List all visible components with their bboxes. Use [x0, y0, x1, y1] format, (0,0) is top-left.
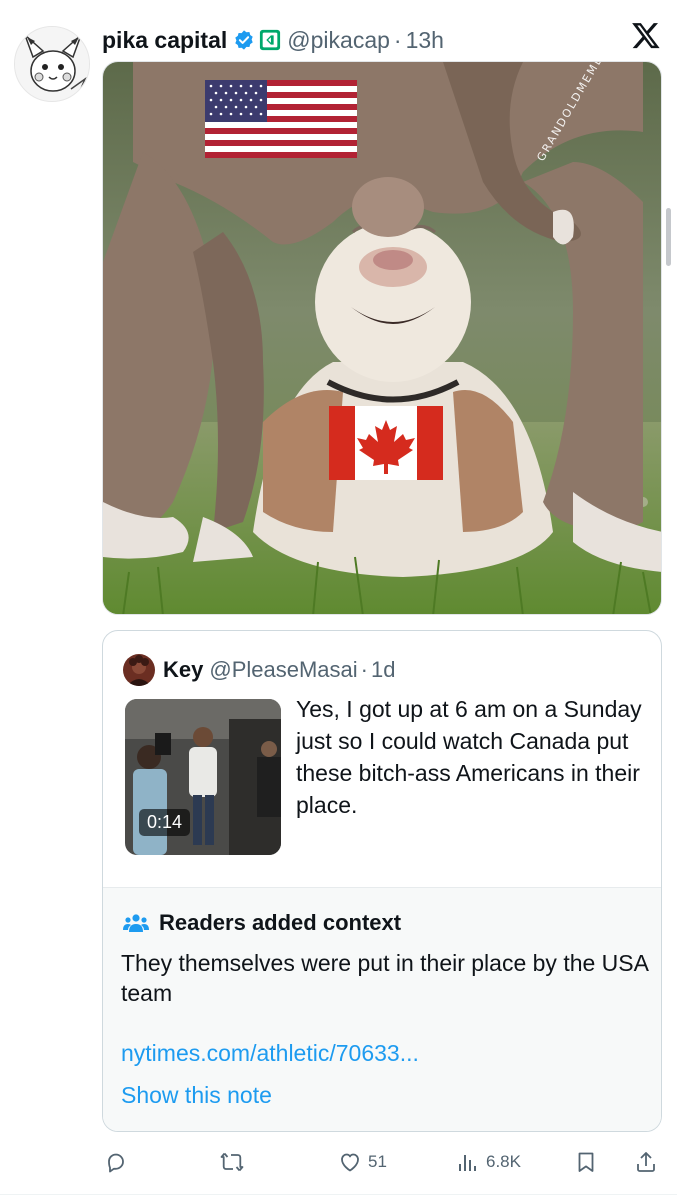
author-handle[interactable]: @pikacap: [287, 27, 390, 54]
views-icon: [459, 1155, 476, 1171]
share-icon: [637, 1152, 655, 1172]
author-display-name[interactable]: pika capital: [102, 27, 227, 54]
tweet-action-bar: 51 6.8K: [102, 1146, 668, 1178]
canada-flag-icon: [329, 406, 443, 480]
affiliate-badge-icon[interactable]: [259, 29, 281, 51]
heart-icon: [341, 1153, 359, 1172]
quoted-author-avatar[interactable]: [123, 654, 155, 686]
reply-icon: [108, 1153, 124, 1173]
quoted-tweet-header: Key @PleaseMasai · 1d: [123, 653, 395, 687]
quoted-video-thumbnail[interactable]: 0:14: [125, 699, 281, 855]
tweet-image[interactable]: GRANDOLDMEMES: [102, 61, 662, 615]
divider: [0, 1194, 677, 1195]
author-avatar[interactable]: [14, 26, 90, 102]
meme-dog-image: GRANDOLDMEMES: [103, 62, 661, 614]
separator-dot: ·: [360, 657, 368, 682]
quoted-author-name[interactable]: Key: [163, 657, 203, 683]
quoted-author-handle[interactable]: @PleaseMasai: [209, 657, 357, 683]
bookmark-button[interactable]: [574, 1146, 598, 1178]
scrollbar-thumb[interactable]: [666, 208, 671, 266]
quoted-tweet-timestamp[interactable]: 1d: [371, 657, 395, 683]
video-duration: 0:14: [139, 809, 191, 836]
community-note[interactable]: Readers added context They themselves we…: [103, 887, 661, 1131]
community-note-body: They themselves were put in their place …: [121, 950, 648, 1006]
like-count: 51: [368, 1152, 387, 1171]
verified-badge-icon[interactable]: [233, 29, 255, 51]
quoted-tweet-text: Yes, I got up at 6 am on a Sunday just s…: [296, 696, 642, 818]
repost-icon: [220, 1152, 244, 1172]
show-note-button[interactable]: Show this note: [121, 1082, 272, 1109]
like-button[interactable]: 51: [338, 1146, 387, 1178]
repost-button[interactable]: [220, 1146, 244, 1178]
view-count: 6.8K: [486, 1152, 521, 1171]
reply-button[interactable]: [104, 1146, 128, 1178]
pikachu-avatar-image: [15, 27, 89, 101]
people-icon: [123, 914, 149, 932]
bookmark-icon: [578, 1152, 594, 1172]
x-logo-icon[interactable]: [631, 20, 661, 50]
community-note-title: Readers added context: [159, 910, 402, 935]
views-button[interactable]: 6.8K: [456, 1146, 521, 1178]
community-note-link[interactable]: nytimes.com/athletic/70633...: [121, 1040, 419, 1067]
community-note-header: Readers added context: [123, 908, 401, 938]
us-flag-icon: [205, 80, 357, 158]
tweet-header: pika capital @pikacap · 13h: [102, 22, 444, 58]
share-button[interactable]: [634, 1146, 658, 1178]
separator-dot: ·: [393, 26, 402, 53]
quoted-tweet[interactable]: Key @PleaseMasai · 1d 0:14 Yes, I got up…: [102, 630, 662, 1132]
tweet-timestamp[interactable]: 13h: [406, 27, 444, 54]
